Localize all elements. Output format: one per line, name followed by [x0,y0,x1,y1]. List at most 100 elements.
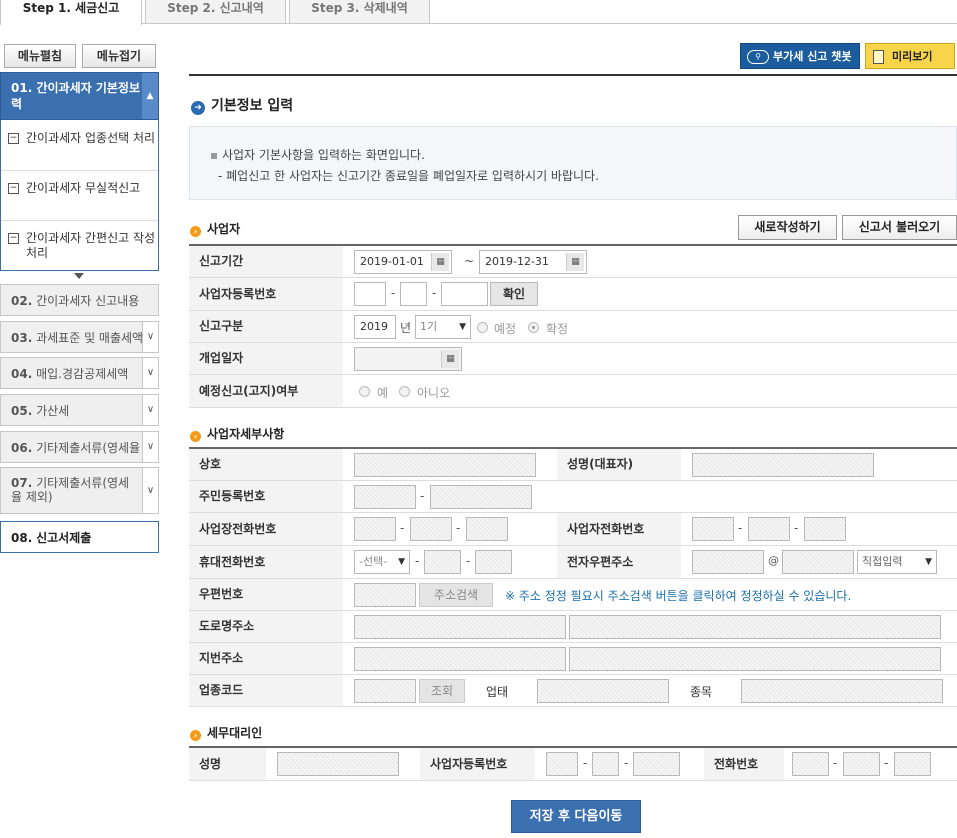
calendar-icon[interactable]: ▦ [441,350,459,368]
chevron-up-icon[interactable]: ▲ [142,73,158,119]
company-input[interactable] [354,453,536,477]
minus-box-icon: − [8,133,19,144]
chevron-down-icon[interactable]: ∨ [142,322,158,352]
agent-phone-3[interactable] [894,752,931,776]
info-line-2: - 폐업신고 한 사업자는 신고기간 종료일을 폐업일자로 입력하시기 바랍니다… [218,169,599,183]
expand-menu-button[interactable]: 메뉴펼침 [4,44,76,68]
calendar-icon[interactable]: ▦ [431,253,449,271]
office-phone-2[interactable] [410,517,452,541]
sidebar-item-06[interactable]: 06. 기타제출서류(영세율 ∨ [0,431,159,463]
sidebar-item-03[interactable]: 03. 과세표준 및 매출세액 ∨ [0,321,159,353]
save-next-button[interactable]: 저장 후 다음이동 [511,800,641,833]
sidebar-item-07[interactable]: 07. 기타제출서류(영세율 제외) ∨ [0,467,159,514]
biz-phone-2[interactable] [748,517,790,541]
minus-box-icon: − [8,233,19,244]
chevron-down-icon[interactable]: ∨ [142,395,158,425]
email-domain-value: 직접입력 [862,555,903,568]
dash: - [415,554,420,568]
document-icon [873,50,884,64]
email-domain-input[interactable] [782,550,854,574]
collapse-menu-button[interactable]: 메뉴접기 [82,44,156,68]
radio-preliminary[interactable] [477,322,488,333]
road-address-2[interactable] [569,615,941,639]
business-type-input[interactable] [537,679,669,703]
dash: - [432,286,437,300]
radio-yes[interactable] [359,386,370,397]
road-address-1[interactable] [354,615,566,639]
radio-no[interactable] [399,386,410,397]
mobile-prefix-select[interactable]: -선택- ▼ [354,550,410,574]
agent-phone-2[interactable] [843,752,880,776]
nav-label: 기타제출서류(영세율 [36,441,141,455]
regno-part1[interactable] [354,282,386,306]
open-date-input[interactable]: ▦ [354,347,462,371]
office-phone-1[interactable] [354,517,396,541]
lot-address-2[interactable] [569,647,941,671]
new-write-button[interactable]: 새로작성하기 [738,215,837,240]
industry-code-input[interactable] [354,679,416,703]
chevron-down-icon[interactable]: ∨ [142,468,158,513]
tab-step2[interactable]: Step 2. 신고내역 [145,0,286,24]
business-item-input[interactable] [741,679,943,703]
zip-input[interactable] [354,583,416,607]
agent-regno-1[interactable] [546,752,578,776]
mobile-2[interactable] [424,550,461,574]
biz-phone-3[interactable] [804,517,846,541]
submenu-label: 간이과세자 간편신고 작성 처리 [26,231,156,260]
row-agent: 성명 사업자등록번호 - - 전화번호 - - [189,748,957,781]
submenu-item-no-sales[interactable]: − 간이과세자 무실적신고 [8,181,158,196]
sidebar-item-05[interactable]: 05. 가산세 ∨ [0,394,159,426]
mobile-3[interactable] [475,550,512,574]
row-company: 상호 성명(대표자) [189,449,957,481]
label-industry-code: 업종코드 [189,675,343,706]
page-title: ➜ 기본정보 입력 [191,95,293,115]
section-agent-title: › 세무대리인 [190,724,262,741]
sidebar-item-basic-info[interactable]: 01. 간이과세자 기본정보 입력 ▲ [0,72,159,120]
period-end-input[interactable]: 2019-12-31 ▦ [479,250,587,274]
agent-name-input[interactable] [277,752,399,776]
label-office-phone: 사업장전화번호 [189,513,343,545]
agent-regno-3[interactable] [633,752,680,776]
address-search-button[interactable]: 주소검색 [419,583,493,607]
rrn-part2[interactable] [430,485,532,509]
vat-chatbot-button[interactable]: ⚲ 부가세 신고 챗봇 [740,43,860,69]
chevron-down-icon[interactable]: ∨ [142,358,158,388]
ceo-input[interactable] [692,453,874,477]
radio-preliminary-label: 예정 [494,322,517,336]
email-local-input[interactable] [692,550,764,574]
row-industry: 업종코드 조회 업태 종목 [189,675,957,707]
agent-regno-2[interactable] [592,752,619,776]
office-phone-3[interactable] [466,517,508,541]
load-report-button[interactable]: 신고서 불러오기 [842,215,957,240]
sidebar-item-08[interactable]: 08. 신고서제출 [0,521,159,553]
label-biz-phone: 사업자전화번호 [557,513,681,545]
regno-part2[interactable] [400,282,427,306]
tab-step3[interactable]: Step 3. 삭제내역 [289,0,430,24]
regno-part3[interactable] [441,282,488,306]
term-select[interactable]: 1기 ▼ [415,315,471,339]
submenu-label: 간이과세자 업종선택 처리 [26,131,156,145]
preview-label: 미리보기 [892,50,933,63]
radio-final[interactable] [528,322,539,333]
submenu-item-simple[interactable]: − 간이과세자 간편신고 작성 처리 [8,231,158,261]
agent-phone-1[interactable] [792,752,829,776]
dropdown-arrow-icon: ▼ [398,557,405,567]
chevron-down-icon[interactable]: ∨ [142,432,158,462]
sidebar-item-04[interactable]: 04. 매입.경감공제세액 ∨ [0,357,159,389]
email-domain-select[interactable]: 직접입력 ▼ [857,550,937,574]
biz-phone-1[interactable] [692,517,734,541]
sidebar-item-02[interactable]: 02. 간이과세자 신고내용 [0,284,159,316]
rrn-part1[interactable] [354,485,416,509]
row-zip: 우편번호 주소검색 ※ 주소 정정 필요시 주소검색 버튼을 클릭하여 정정하실… [189,579,957,611]
submenu-item-industry[interactable]: − 간이과세자 업종선택 처리 [8,131,158,146]
lookup-button[interactable]: 조회 [419,679,465,703]
calendar-icon[interactable]: ▦ [566,253,584,271]
preview-button[interactable]: 미리보기 [865,43,955,69]
period-start-input[interactable]: 2019-01-01 ▦ [354,250,452,274]
confirm-button[interactable]: 확인 [490,282,538,306]
label-email: 전자우편주소 [557,546,681,578]
lot-address-1[interactable] [354,647,566,671]
year-input[interactable]: 2019 [354,315,396,339]
bullet-icon: › [190,730,201,741]
tab-step1[interactable]: Step 1. 세금신고 [0,0,142,25]
